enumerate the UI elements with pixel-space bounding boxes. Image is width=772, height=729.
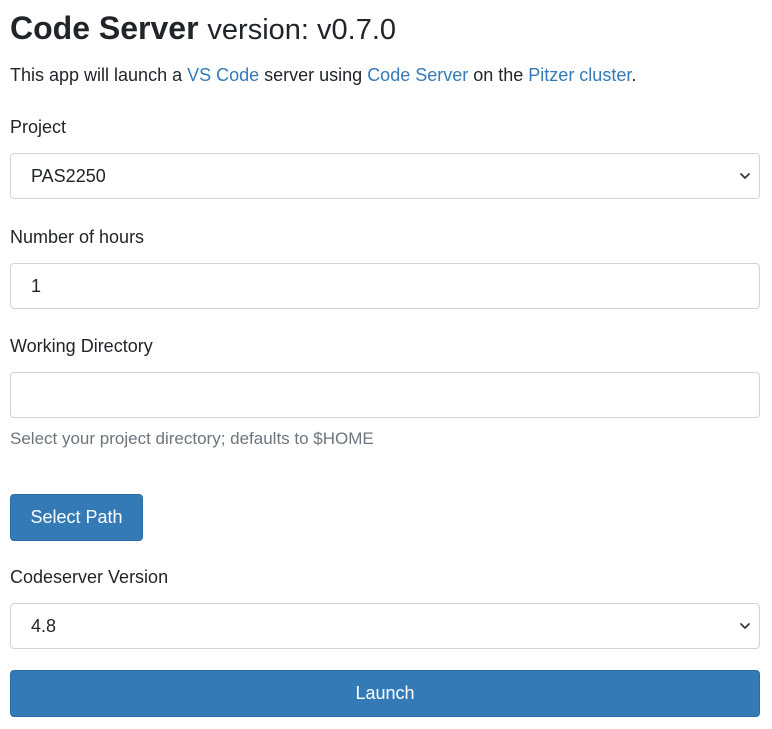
intro-middle: server using xyxy=(259,65,368,85)
working-directory-help: Select your project directory; defaults … xyxy=(10,429,374,448)
hours-label: Number of hours xyxy=(10,227,145,247)
app-name: Code Server xyxy=(10,10,199,46)
intro-text: This app will launch a VS Code server us… xyxy=(10,62,636,88)
project-select[interactable]: PAS2250 xyxy=(10,153,760,199)
project-selected-value: PAS2250 xyxy=(31,166,106,186)
vscode-link[interactable]: VS Code xyxy=(187,65,259,85)
page-title: Code Server version: v0.7.0 xyxy=(10,8,396,50)
chevron-down-icon xyxy=(740,173,750,179)
intro-suffix: . xyxy=(631,65,637,85)
codeserver-version-selected-value: 4.8 xyxy=(31,616,57,636)
working-directory-label: Working Directory xyxy=(10,336,153,356)
codeserver-version-label: Codeserver Version xyxy=(10,567,169,587)
hours-value: 1 xyxy=(31,276,42,296)
project-label: Project xyxy=(10,117,67,137)
pitzer-cluster-link[interactable]: Pitzer cluster xyxy=(528,65,631,85)
codeserver-link[interactable]: Code Server xyxy=(367,65,468,85)
hours-input[interactable]: 1 xyxy=(10,263,760,309)
version-label: version: v0.7.0 xyxy=(207,14,397,46)
page: Code Server version: v0.7.0 This app wil… xyxy=(0,0,772,729)
intro-on-the: on the xyxy=(468,65,529,85)
intro-prefix: This app will launch a xyxy=(10,65,188,85)
select-path-button[interactable]: Select Path xyxy=(10,494,143,541)
chevron-down-icon xyxy=(740,623,750,629)
codeserver-version-select[interactable]: 4.8 xyxy=(10,603,760,649)
working-directory-input[interactable] xyxy=(10,372,760,418)
launch-button[interactable]: Launch xyxy=(10,670,760,717)
